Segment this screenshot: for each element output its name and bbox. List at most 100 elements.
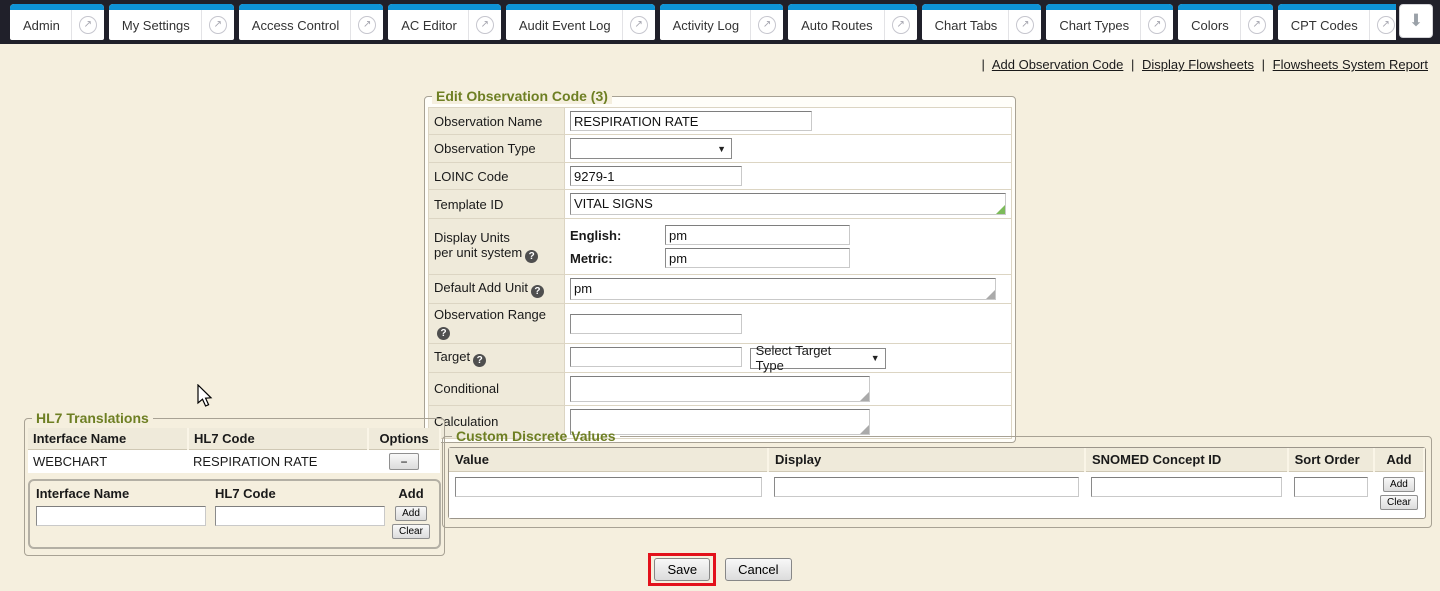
display-flowsheets-link[interactable]: Display Flowsheets	[1142, 57, 1254, 72]
link-separator: |	[982, 57, 985, 72]
tab-chart-types[interactable]: Chart Types ↗	[1046, 4, 1173, 40]
hl7-col-code: HL7 Code	[188, 428, 368, 450]
hl7-add-button[interactable]: Add	[395, 506, 427, 521]
english-units-label: English:	[570, 228, 665, 243]
popout-icon[interactable]: ↗	[350, 10, 383, 40]
tab-label: My Settings	[122, 18, 201, 33]
default-add-unit-row: Default Add Unit pm	[429, 275, 1012, 304]
cdv-snomed-input[interactable]	[1091, 477, 1282, 497]
tab-label: Admin	[23, 18, 71, 33]
save-button[interactable]: Save	[654, 558, 710, 581]
help-icon[interactable]	[473, 354, 486, 367]
target-input[interactable]	[570, 347, 742, 367]
cdv-value-input[interactable]	[455, 477, 762, 497]
popout-icon[interactable]: ↗	[884, 10, 917, 40]
popout-icon[interactable]: ↗	[622, 10, 655, 40]
cdv-add-button[interactable]: Add	[1383, 477, 1415, 492]
down-arrow-icon: ⬇	[1409, 11, 1423, 31]
tab-label: Colors	[1191, 18, 1240, 33]
loinc-code-row: LOINC Code	[429, 163, 1012, 190]
observation-type-select[interactable]: ▼	[570, 138, 732, 159]
tab-access-control[interactable]: Access Control ↗	[239, 4, 383, 40]
hl7-translations-legend: HL7 Translations	[32, 410, 153, 426]
hl7-interface-name-input[interactable]	[36, 506, 206, 526]
loinc-code-input[interactable]	[570, 166, 742, 186]
cdv-col-value: Value	[449, 448, 768, 472]
display-units-row: Display Units per unit system English: M…	[429, 219, 1012, 275]
default-add-unit-textarea[interactable]: pm	[570, 278, 996, 300]
tab-colors[interactable]: Colors ↗	[1178, 4, 1273, 40]
tab-auto-routes[interactable]: Auto Routes ↗	[788, 4, 917, 40]
english-units-input[interactable]	[665, 225, 850, 245]
popout-icon[interactable]: ↗	[1240, 10, 1273, 40]
observation-type-label: Observation Type	[429, 135, 565, 163]
flowsheets-system-report-link[interactable]: Flowsheets System Report	[1273, 57, 1428, 72]
popout-icon[interactable]: ↗	[71, 10, 104, 40]
help-icon[interactable]	[531, 285, 544, 298]
resize-grip-icon[interactable]	[986, 290, 995, 299]
popout-icon[interactable]: ↗	[1369, 10, 1396, 40]
cdv-header-row: Value Display SNOMED Concept ID Sort Ord…	[449, 448, 1424, 472]
observation-name-label: Observation Name	[429, 108, 565, 135]
tab-my-settings[interactable]: My Settings ↗	[109, 4, 234, 40]
observation-name-row: Observation Name	[429, 108, 1012, 135]
link-separator: |	[1131, 57, 1134, 72]
popout-icon[interactable]: ↗	[1140, 10, 1173, 40]
hl7-interface-name-cell: WEBCHART	[28, 450, 188, 474]
cdv-sort-order-input[interactable]	[1294, 477, 1368, 497]
tab-chart-tabs[interactable]: Chart Tabs ↗	[922, 4, 1042, 40]
popout-icon[interactable]: ↗	[201, 10, 234, 40]
observation-name-input[interactable]	[570, 111, 812, 131]
tab-cpt-codes[interactable]: CPT Codes ↗	[1278, 4, 1396, 40]
hl7-translation-row: WEBCHART RESPIRATION RATE −	[28, 450, 440, 474]
target-label: Target	[429, 344, 565, 373]
remove-translation-button[interactable]: −	[389, 453, 419, 470]
footer-actions: Save Cancel	[0, 553, 1440, 586]
chevron-down-icon: ▼	[871, 353, 880, 363]
save-highlight-annotation: Save	[648, 553, 716, 586]
tab-label: Access Control	[252, 18, 350, 33]
tab-audit-event-log[interactable]: Audit Event Log ↗	[506, 4, 655, 40]
conditional-textarea[interactable]	[570, 376, 870, 402]
hl7-col-interface-name: Interface Name	[28, 428, 188, 450]
tab-ac-editor[interactable]: AC Editor ↗	[388, 4, 501, 40]
add-observation-code-link[interactable]: Add Observation Code	[992, 57, 1124, 72]
hl7-translations-fieldset: HL7 Translations Interface Name HL7 Code…	[24, 410, 445, 556]
cdv-col-display: Display	[768, 448, 1085, 472]
help-icon[interactable]	[525, 250, 538, 263]
metric-units-input[interactable]	[665, 248, 850, 268]
cdv-clear-button[interactable]: Clear	[1380, 495, 1418, 510]
top-tab-bar: Admin ↗ My Settings ↗ Access Control ↗ A…	[0, 0, 1440, 44]
popout-icon[interactable]: ↗	[1008, 10, 1041, 40]
cdv-display-input[interactable]	[774, 477, 1079, 497]
tabs-strip: Admin ↗ My Settings ↗ Access Control ↗ A…	[10, 4, 1396, 40]
default-add-unit-label: Default Add Unit	[429, 275, 565, 304]
edit-observation-code-fieldset: Edit Observation Code (3) Observation Na…	[424, 88, 1016, 443]
tab-overflow-button[interactable]: ⬇	[1399, 4, 1433, 38]
conditional-label: Conditional	[429, 372, 565, 405]
resize-grip-icon[interactable]	[996, 205, 1005, 214]
hl7-code-input[interactable]	[215, 506, 385, 526]
display-units-label: Display Units per unit system	[429, 219, 565, 275]
cdv-col-snomed: SNOMED Concept ID	[1085, 448, 1288, 472]
target-type-select[interactable]: Select Target Type ▼	[750, 348, 886, 369]
tab-activity-log[interactable]: Activity Log ↗	[660, 4, 783, 40]
cancel-button[interactable]: Cancel	[725, 558, 791, 581]
tab-label: Audit Event Log	[519, 18, 622, 33]
hl7-add-box: Interface Name HL7 Code Add Add Clear	[28, 479, 441, 549]
default-add-unit-label-text: Default Add Unit	[434, 280, 528, 295]
select-value: Select Target Type	[756, 343, 863, 373]
template-id-row: Template ID VITAL SIGNS	[429, 190, 1012, 219]
observation-range-input[interactable]	[570, 314, 742, 334]
template-id-textarea[interactable]: VITAL SIGNS	[570, 193, 1006, 215]
hl7-clear-button[interactable]: Clear	[392, 524, 430, 539]
hl7-code-cell: RESPIRATION RATE	[188, 450, 368, 474]
hl7-col-options: Options	[368, 428, 440, 450]
custom-discrete-values-fieldset: Custom Discrete Values Value Display SNO…	[442, 428, 1432, 528]
help-icon[interactable]	[437, 327, 450, 340]
popout-icon[interactable]: ↗	[750, 10, 783, 40]
tab-admin[interactable]: Admin ↗	[10, 4, 104, 40]
popout-icon[interactable]: ↗	[468, 10, 501, 40]
hl7-header-row: Interface Name HL7 Code Options	[28, 428, 440, 450]
resize-grip-icon[interactable]	[860, 392, 869, 401]
